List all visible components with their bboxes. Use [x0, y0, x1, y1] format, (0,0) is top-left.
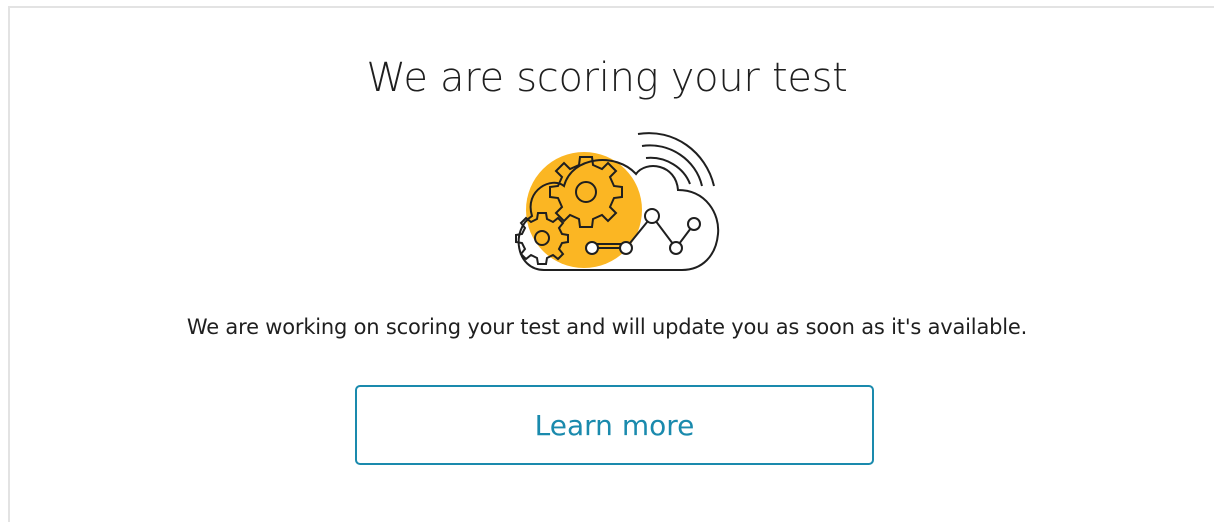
cloud-gears-analytics-icon — [515, 132, 720, 271]
page-title: We are scoring your test — [366, 55, 848, 101]
status-message: We are working on scoring your test and … — [186, 315, 1028, 339]
learn-more-button[interactable]: Learn more — [355, 385, 874, 465]
